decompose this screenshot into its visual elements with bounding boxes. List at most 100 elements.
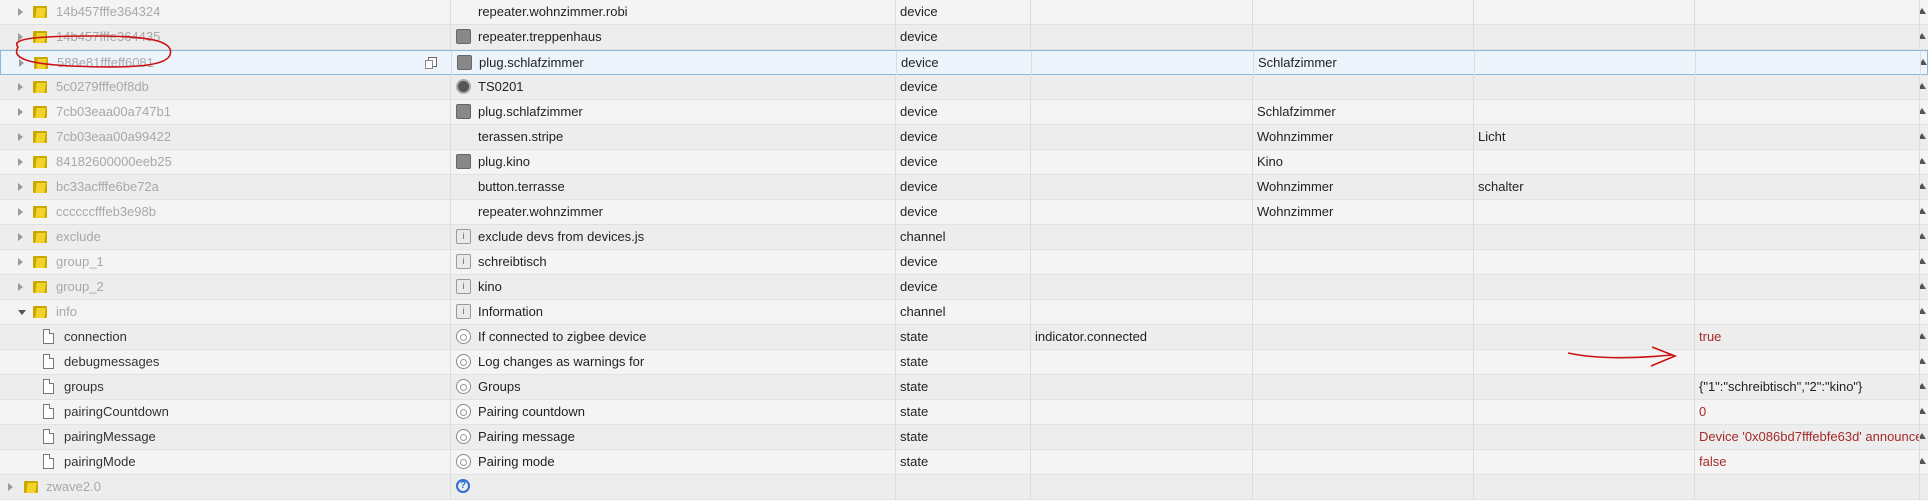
table-row[interactable]: 588e81fffeff6081 plug.schlafzimmer device S… <box>0 50 1928 75</box>
edit-arrow-icon[interactable] <box>1920 133 1926 139</box>
edit-arrow-icon[interactable] <box>1920 433 1926 439</box>
edit-arrow-icon[interactable] <box>1920 258 1926 264</box>
channel-icon: i <box>456 279 471 294</box>
table-row[interactable]: 5c0279fffe0f8db TS0201 device <box>0 75 1928 100</box>
table-row[interactable]: ccccccfffeb3e98b repeater.wohnzimmer devic… <box>0 200 1928 225</box>
object-id: zwave2.0 <box>46 479 101 494</box>
value-cell <box>1694 250 1919 274</box>
role-cell <box>1030 125 1252 149</box>
expand-arrow-icon[interactable] <box>18 283 23 291</box>
id-cell: pairingMode <box>0 450 450 474</box>
edit-arrow-icon[interactable] <box>1920 8 1926 14</box>
edit-arrow-icon[interactable] <box>1920 233 1926 239</box>
folder-icon <box>33 30 48 43</box>
expand-arrow-icon[interactable] <box>18 208 23 216</box>
room-cell <box>1252 350 1473 374</box>
edit-arrow-icon[interactable] <box>1920 308 1926 314</box>
edit-arrow-icon[interactable] <box>1920 333 1926 339</box>
table-row[interactable]: bc33acfffe6be72a button.terrasse device Woh… <box>0 175 1928 200</box>
room-cell <box>1252 275 1473 299</box>
edit-arrow-icon[interactable] <box>1920 108 1926 114</box>
table-row[interactable]: group_1 i schreibtisch device <box>0 250 1928 275</box>
actions-cell <box>1919 400 1928 424</box>
table-row[interactable]: group_2 i kino device <box>0 275 1928 300</box>
edit-arrow-icon[interactable] <box>1920 458 1926 464</box>
table-row[interactable]: 7cb03eaa00a747b1 plug.schlafzimmer device S… <box>0 100 1928 125</box>
edit-arrow-icon[interactable] <box>1920 383 1926 389</box>
edit-arrow-icon[interactable] <box>1920 208 1926 214</box>
value-cell: Device '0x086bd7fffebfe63d' announced <box>1694 425 1919 449</box>
type-cell: device <box>895 75 1030 99</box>
expand-arrow-icon[interactable] <box>8 483 13 491</box>
expand-arrow-icon[interactable] <box>18 258 23 266</box>
id-cell: pairingCountdown <box>0 400 450 424</box>
actions-cell <box>1919 25 1928 49</box>
state-icon <box>456 454 471 469</box>
edit-arrow-icon[interactable] <box>1920 158 1926 164</box>
object-id: debugmessages <box>64 354 160 369</box>
edit-arrow-icon[interactable] <box>1920 183 1926 189</box>
object-name: Pairing message <box>478 429 575 444</box>
name-cell: plug.schlafzimmer <box>450 100 895 124</box>
copy-icon[interactable] <box>425 57 437 69</box>
id-cell: 5c0279fffe0f8db <box>0 75 450 99</box>
name-cell: Pairing message <box>450 425 895 449</box>
table-row[interactable]: 84182600000eeb25 plug.kino device Kino <box>0 150 1928 175</box>
type-cell: device <box>895 275 1030 299</box>
type-cell: device <box>895 0 1030 24</box>
room-cell: Schlafzimmer <box>1253 51 1474 75</box>
folder-icon <box>33 80 48 93</box>
name-cell: i schreibtisch <box>450 250 895 274</box>
function-cell <box>1473 225 1694 249</box>
table-row[interactable]: info i Information channel <box>0 300 1928 325</box>
edit-arrow-icon[interactable] <box>1920 283 1926 289</box>
type-cell: state <box>895 450 1030 474</box>
id-cell: group_1 <box>0 250 450 274</box>
expand-arrow-icon[interactable] <box>18 83 23 91</box>
function-cell <box>1473 75 1694 99</box>
actions-cell <box>1919 200 1928 224</box>
type-cell: channel <box>895 300 1030 324</box>
table-row[interactable]: zwave2.0? <box>0 475 1928 500</box>
table-row[interactable]: pairingCountdown Pairing countdown state 0 <box>0 400 1928 425</box>
actions-cell <box>1919 300 1928 324</box>
room-cell: Wohnzimmer <box>1252 125 1473 149</box>
table-row[interactable]: 14b457fffe364324 repeater.wohnzimmer.robi… <box>0 0 1928 25</box>
collapse-arrow-icon[interactable] <box>18 310 26 315</box>
expand-arrow-icon[interactable] <box>18 158 23 166</box>
edit-arrow-icon[interactable] <box>1920 408 1926 414</box>
expand-arrow-icon[interactable] <box>18 108 23 116</box>
actions-cell <box>1919 350 1928 374</box>
table-row[interactable]: pairingMode Pairing mode state false <box>0 450 1928 475</box>
object-name: repeater.wohnzimmer <box>478 204 603 219</box>
table-row[interactable]: debugmessages Log changes as warnings for… <box>0 350 1928 375</box>
edit-arrow-icon[interactable] <box>1920 358 1926 364</box>
device-icon <box>456 4 471 19</box>
table-row[interactable]: pairingMessage Pairing message state Device… <box>0 425 1928 450</box>
role-cell <box>1030 375 1252 399</box>
edit-arrow-icon[interactable] <box>1920 83 1926 89</box>
table-row[interactable]: groups Groups state {"1":"schreibtisch","2"… <box>0 375 1928 400</box>
expand-arrow-icon[interactable] <box>18 233 23 241</box>
table-row[interactable]: 7cb03eaa00a99422 terassen.stripe device Woh… <box>0 125 1928 150</box>
room-cell <box>1252 75 1473 99</box>
folder-icon <box>33 130 48 143</box>
expand-arrow-icon[interactable] <box>18 8 23 16</box>
folder-icon <box>33 305 48 318</box>
table-row[interactable]: exclude i exclude devs from devices.js chan… <box>0 225 1928 250</box>
edit-arrow-icon[interactable] <box>1920 33 1926 39</box>
table-row[interactable]: connection If connected to zigbee device s… <box>0 325 1928 350</box>
object-name: TS0201 <box>478 79 524 94</box>
expand-arrow-icon[interactable] <box>19 59 24 67</box>
expand-arrow-icon[interactable] <box>18 183 23 191</box>
function-cell <box>1473 475 1694 499</box>
edit-arrow-icon[interactable] <box>1921 59 1927 65</box>
expand-arrow-icon[interactable] <box>18 33 23 41</box>
id-cell: debugmessages <box>0 350 450 374</box>
expand-arrow-icon[interactable] <box>18 133 23 141</box>
function-cell: schalter <box>1473 175 1694 199</box>
object-name: exclude devs from devices.js <box>478 229 645 244</box>
object-id: pairingMessage <box>64 429 156 444</box>
table-row[interactable]: 14b457fffe364435 repeater.treppenhaus devi… <box>0 25 1928 50</box>
type-cell <box>895 475 1030 499</box>
